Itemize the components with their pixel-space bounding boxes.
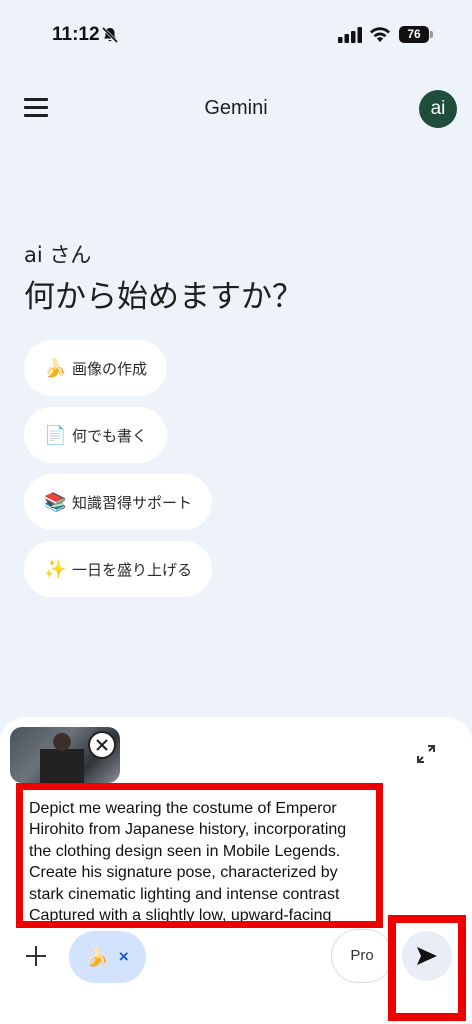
expand-icon[interactable] bbox=[416, 744, 436, 764]
chip-learning-support[interactable]: 📚 知識習得サポート bbox=[24, 474, 213, 530]
send-icon bbox=[417, 947, 437, 965]
chip-create-image[interactable]: 🍌 画像の作成 bbox=[24, 340, 168, 396]
chip-label: 知識習得サポート bbox=[72, 493, 193, 512]
prompt-text[interactable]: Depict me wearing the costume of Emperor… bbox=[29, 798, 370, 921]
plus-icon[interactable] bbox=[24, 944, 48, 968]
chip-label: 一日を盛り上げる bbox=[72, 560, 193, 579]
send-button[interactable] bbox=[402, 931, 452, 981]
close-icon bbox=[96, 739, 108, 751]
remove-attachment-button[interactable] bbox=[88, 731, 116, 759]
bell-off-icon bbox=[101, 26, 119, 44]
banana-icon: 🍌 bbox=[86, 946, 109, 967]
greeting-name: ai さん bbox=[24, 243, 92, 267]
remove-tool-button[interactable]: × bbox=[119, 947, 129, 967]
chip-write-anything[interactable]: 📄 何でも書く bbox=[24, 407, 168, 463]
mode-selector-button[interactable]: Pro bbox=[331, 929, 393, 983]
thumbnail-person bbox=[40, 731, 84, 783]
document-icon: 📄 bbox=[44, 424, 67, 446]
battery-nub bbox=[430, 31, 433, 38]
status-time: 11:12 bbox=[52, 24, 100, 45]
wifi-icon bbox=[370, 27, 390, 42]
greeting-question: 何から始めますか？ bbox=[24, 279, 303, 315]
chip-label: 画像の作成 bbox=[72, 359, 148, 378]
chip-label: 何でも書く bbox=[72, 426, 148, 445]
books-icon: 📚 bbox=[44, 491, 67, 513]
banana-icon: 🍌 bbox=[44, 357, 67, 379]
sparkles-icon: ✨ bbox=[44, 558, 67, 580]
chip-liven-up-day[interactable]: ✨ 一日を盛り上げる bbox=[24, 541, 213, 597]
avatar[interactable]: ai bbox=[419, 90, 457, 128]
signal-icon bbox=[338, 27, 362, 43]
prompt-input[interactable]: Depict me wearing the costume of Emperor… bbox=[16, 783, 383, 928]
battery-indicator: 76 bbox=[399, 26, 429, 43]
image-tool-chip[interactable]: 🍌 × bbox=[69, 931, 146, 983]
app-title: Gemini bbox=[204, 97, 268, 119]
status-bar: 11:12 76 bbox=[0, 0, 472, 60]
